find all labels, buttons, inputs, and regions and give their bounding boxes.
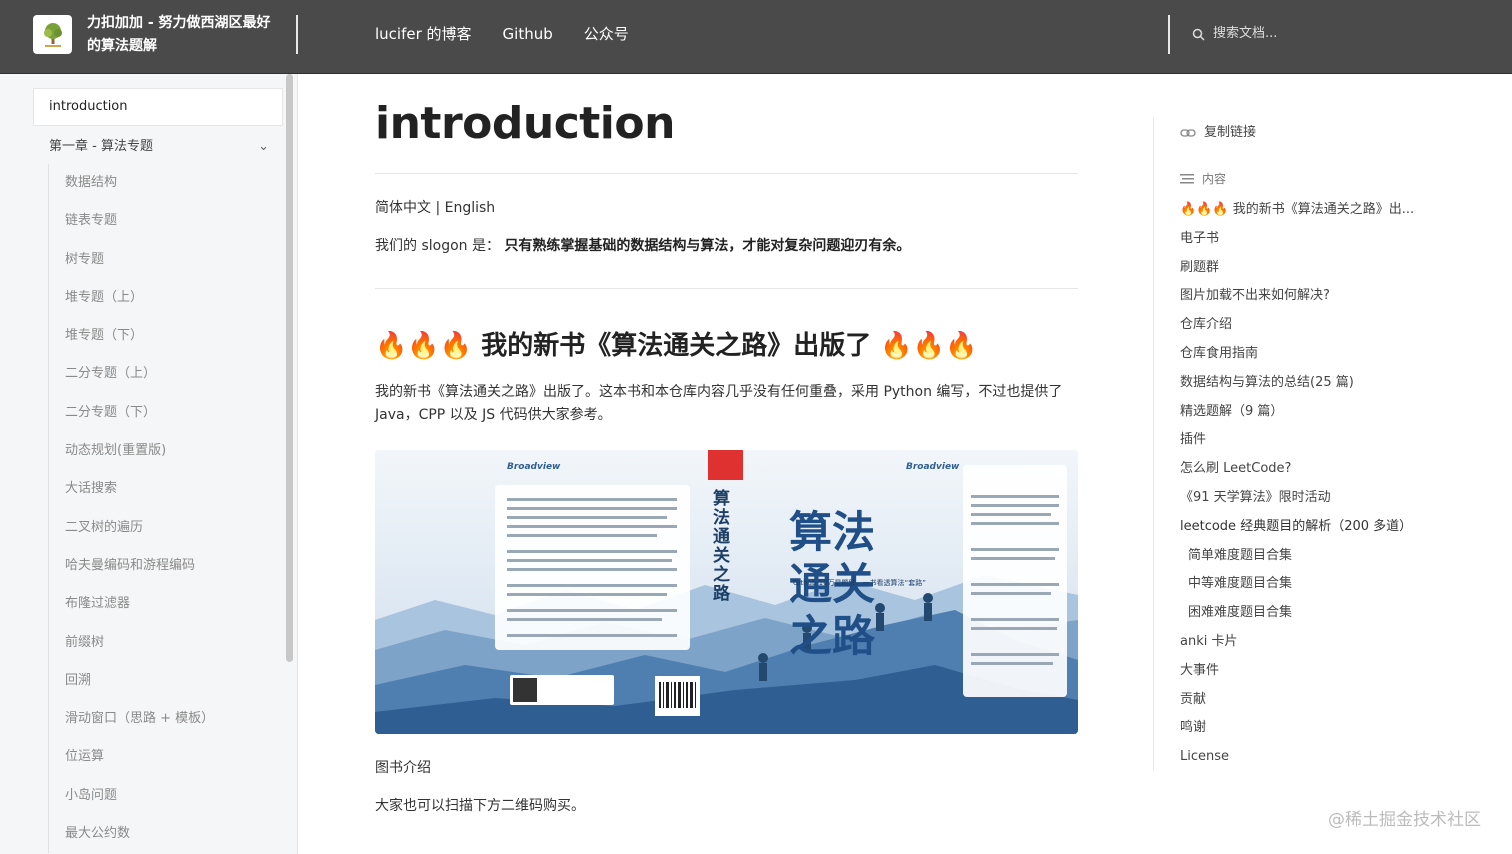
toc-item[interactable]: leetcode 经典题目的解析（200 多道） bbox=[1180, 515, 1450, 544]
toc-item[interactable]: 插件 bbox=[1180, 428, 1450, 457]
toc-heading-label: 内容 bbox=[1202, 172, 1227, 186]
toc-item[interactable]: 《91 天学算法》限时活动 bbox=[1180, 486, 1450, 515]
search-box[interactable]: 搜索文档... bbox=[1192, 24, 1277, 44]
copy-link-button[interactable]: 复制链接 bbox=[1180, 123, 1256, 143]
sidebar-item[interactable]: 链表专题 bbox=[49, 202, 284, 240]
sidebar-scrollbar[interactable] bbox=[286, 74, 293, 662]
main-content: introduction 简体中文 | English 我们的 slogon 是… bbox=[375, 74, 1078, 854]
toc-item[interactable]: License bbox=[1180, 745, 1450, 774]
toc-item[interactable]: 仓库介绍 bbox=[1180, 313, 1450, 342]
site-logo[interactable] bbox=[33, 15, 72, 54]
sidebar-item[interactable]: 堆专题（上） bbox=[49, 279, 284, 317]
sidebar: introduction 第一章 - 算法专题 ⌄ 数据结构 链表专题 树专题 … bbox=[0, 74, 298, 854]
sidebar-item[interactable]: 前缀树 bbox=[49, 624, 284, 662]
language-switch[interactable]: 简体中文 | English bbox=[375, 198, 495, 218]
toc-item[interactable]: 鸣谢 bbox=[1180, 716, 1450, 745]
sidebar-item[interactable]: 堆专题（下） bbox=[49, 317, 284, 355]
header-divider bbox=[1168, 15, 1170, 54]
sidebar-item-introduction[interactable]: introduction bbox=[33, 88, 283, 126]
sidebar-list: 数据结构 链表专题 树专题 堆专题（上） 堆专题（下） 二分专题（上） 二分专题… bbox=[48, 164, 284, 854]
sidebar-item[interactable]: 二分专题（下） bbox=[49, 394, 284, 432]
watermark: @稀土掘金技术社区 bbox=[1328, 810, 1481, 830]
site-title[interactable]: 力扣加加 - 努力做西湖区最好的算法题解 bbox=[87, 12, 282, 58]
top-nav: lucifer 的博客 Github 公众号 bbox=[375, 24, 629, 44]
sidebar-chapter-1[interactable]: 第一章 - 算法专题 ⌄ bbox=[49, 132, 269, 162]
sidebar-item[interactable]: 小岛问题 bbox=[49, 777, 284, 815]
chevron-down-icon[interactable]: ⌄ bbox=[258, 132, 269, 162]
slogan-prefix: 我们的 slogon 是： bbox=[375, 238, 500, 254]
toc-item[interactable]: 🔥🔥🔥 我的新书《算法通关之路》出... bbox=[1180, 198, 1450, 227]
buy-hint: 大家也可以扫描下方二维码购买。 bbox=[375, 798, 585, 814]
slogan: 我们的 slogon 是： 只有熟练掌握基础的数据结构与算法，才能对复杂问题迎刃… bbox=[375, 236, 910, 256]
list-icon bbox=[1180, 174, 1194, 184]
sidebar-item[interactable]: 二分专题（上） bbox=[49, 355, 284, 393]
sidebar-item[interactable]: 大话搜索 bbox=[49, 470, 284, 508]
toc-item[interactable]: 电子书 bbox=[1180, 227, 1450, 256]
sidebar-item[interactable]: 布隆过滤器 bbox=[49, 585, 284, 623]
top-header: 力扣加加 - 努力做西湖区最好的算法题解 lucifer 的博客 Github … bbox=[0, 0, 1512, 74]
toc-item[interactable]: 数据结构与算法的总结(25 篇) bbox=[1180, 371, 1450, 400]
book-heading-text: 我的新书《算法通关之路》出版了 bbox=[481, 331, 872, 361]
book-cover-slogan: Github 10万星题解，一书看透算法“套路” bbox=[793, 579, 926, 587]
slogan-bold: 只有熟练掌握基础的数据结构与算法，才能对复杂问题迎刃有余。 bbox=[504, 238, 911, 254]
nav-github-link[interactable]: Github bbox=[503, 24, 553, 44]
toc-list: 🔥🔥🔥 我的新书《算法通关之路》出... 电子书 刷题群 图片加载不出来如何解决… bbox=[1180, 198, 1450, 774]
search-input[interactable]: 搜索文档... bbox=[1213, 24, 1277, 44]
publisher-logo: Broadview bbox=[906, 462, 960, 472]
toc-subitem[interactable]: 简单难度题目合集 bbox=[1180, 544, 1450, 573]
nav-blog-link[interactable]: lucifer 的博客 bbox=[375, 24, 472, 44]
toc-item[interactable]: 图片加载不出来如何解决? bbox=[1180, 284, 1450, 313]
search-icon bbox=[1192, 28, 1205, 41]
divider bbox=[375, 173, 1078, 174]
book-spine-title: 算法通关之路 bbox=[713, 489, 730, 604]
divider bbox=[375, 288, 1078, 289]
caption: 图书介绍 bbox=[375, 760, 431, 776]
header-divider bbox=[296, 15, 298, 54]
page-title: introduction bbox=[375, 98, 675, 149]
toc-item[interactable]: 怎么刷 LeetCode? bbox=[1180, 457, 1450, 486]
sidebar-item[interactable]: 哈夫曼编码和游程编码 bbox=[49, 547, 284, 585]
toc-item[interactable]: anki 卡片 bbox=[1180, 630, 1450, 659]
book-paragraph: 我的新书《算法通关之路》出版了。这本书和本仓库内容几乎没有任何重叠，采用 Pyt… bbox=[375, 384, 1063, 423]
toc-item[interactable]: 贡献 bbox=[1180, 688, 1450, 717]
sidebar-item[interactable]: 最大公约数 bbox=[49, 815, 284, 853]
book-heading: 🔥🔥🔥 我的新书《算法通关之路》出版了 🔥🔥🔥 bbox=[375, 324, 977, 368]
sidebar-item[interactable]: 滑动窗口（思路 + 模板） bbox=[49, 700, 284, 738]
copy-link-label: 复制链接 bbox=[1204, 125, 1257, 140]
table-of-contents: 复制链接 内容 🔥🔥🔥 我的新书《算法通关之路》出... 电子书 刷题群 图片加… bbox=[1153, 118, 1453, 770]
sidebar-item[interactable]: 位运算 bbox=[49, 738, 284, 776]
sidebar-item[interactable]: 树专题 bbox=[49, 241, 284, 279]
toc-heading: 内容 bbox=[1180, 170, 1226, 188]
toc-subitem[interactable]: 中等难度题目合集 bbox=[1180, 572, 1450, 601]
sidebar-item[interactable]: 二叉树的遍历 bbox=[49, 509, 284, 547]
toc-item[interactable]: 大事件 bbox=[1180, 659, 1450, 688]
tree-logo-icon bbox=[43, 22, 62, 47]
fire-icon: 🔥🔥🔥 bbox=[880, 331, 978, 361]
publisher-logo: Broadview bbox=[507, 462, 561, 472]
book-cover-image: Broadview Broadview 算法通关之路 算法通关之路 Github… bbox=[375, 450, 1078, 734]
sidebar-item[interactable]: 数据结构 bbox=[49, 164, 284, 202]
sidebar-item[interactable]: 动态规划(重置版) bbox=[49, 432, 284, 470]
toc-subitem[interactable]: 困难难度题目合集 bbox=[1180, 601, 1450, 630]
toc-item[interactable]: 仓库食用指南 bbox=[1180, 342, 1450, 371]
sidebar-item[interactable]: 回溯 bbox=[49, 662, 284, 700]
fire-icon: 🔥🔥🔥 bbox=[375, 331, 473, 361]
nav-wechat-link[interactable]: 公众号 bbox=[584, 24, 629, 44]
toc-item[interactable]: 精选题解（9 篇） bbox=[1180, 400, 1450, 429]
sidebar-chapter-label: 第一章 - 算法专题 bbox=[49, 139, 153, 154]
toc-item[interactable]: 刷题群 bbox=[1180, 256, 1450, 285]
link-icon bbox=[1180, 129, 1196, 137]
